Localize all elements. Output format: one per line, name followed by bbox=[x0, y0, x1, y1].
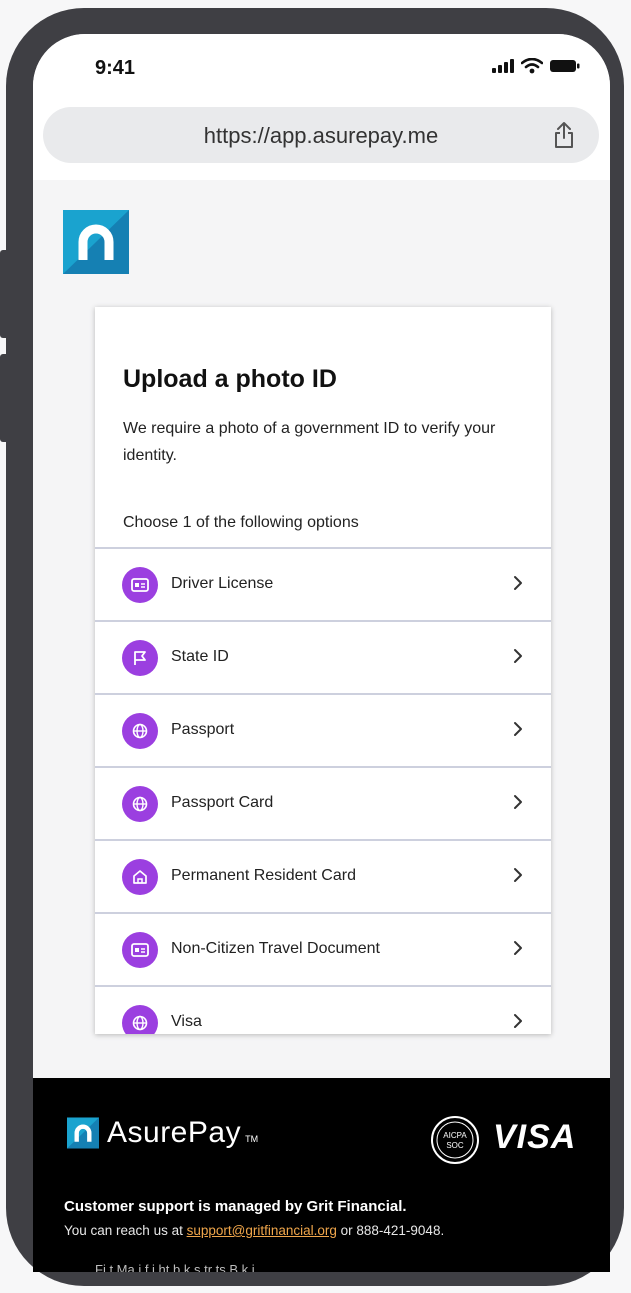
wifi-icon bbox=[521, 58, 543, 74]
home-icon bbox=[122, 859, 158, 895]
footer-brand: AsurePay TM bbox=[67, 1116, 258, 1150]
signal-icon bbox=[492, 59, 514, 73]
id-card-icon bbox=[122, 567, 158, 603]
chevron-right-icon bbox=[514, 1014, 522, 1028]
volume-down-button bbox=[0, 354, 7, 442]
option-driver-license[interactable]: Driver License bbox=[95, 547, 551, 620]
id-card-icon bbox=[122, 932, 158, 968]
option-label: State ID bbox=[171, 648, 229, 665]
card-description: We require a photo of a government ID to… bbox=[123, 420, 496, 464]
battery-icon bbox=[550, 60, 580, 72]
brand-name: AsurePay bbox=[107, 1116, 242, 1149]
badge-top-text: AICPA bbox=[443, 1131, 467, 1140]
chevron-right-icon bbox=[514, 795, 522, 809]
option-passport-card[interactable]: Passport Card bbox=[95, 766, 551, 839]
card-title: Upload a photo ID bbox=[123, 365, 337, 393]
support-phone: or 888-421-9048. bbox=[336, 1223, 445, 1238]
support-prefix: You can reach us at bbox=[64, 1223, 187, 1238]
phone-screen: 9:41 https://app.asurepay.me Upload a ph… bbox=[33, 34, 610, 1272]
footer: AsurePay TM AICPA SOC VISA Customer supp… bbox=[33, 1078, 610, 1272]
option-label: Passport bbox=[171, 721, 235, 738]
support-email-link[interactable]: support@gritfinancial.org bbox=[187, 1223, 337, 1238]
chevron-right-icon bbox=[514, 576, 522, 590]
id-options-list: Driver License State ID Passport Passpor… bbox=[95, 547, 551, 1034]
option-label: Permanent Resident Card bbox=[171, 867, 356, 884]
address-bar[interactable]: https://app.asurepay.me bbox=[43, 107, 599, 163]
chevron-right-icon bbox=[514, 722, 522, 736]
flag-icon bbox=[122, 640, 158, 676]
visa-logo: VISA bbox=[493, 1118, 577, 1156]
asurepay-logo-icon bbox=[63, 210, 129, 274]
support-title: Customer support is managed by Grit Fina… bbox=[64, 1198, 407, 1215]
option-permanent-resident-card[interactable]: Permanent Resident Card bbox=[95, 839, 551, 912]
option-label: Driver License bbox=[171, 575, 274, 592]
url-text: https://app.asurepay.me bbox=[203, 123, 439, 148]
chevron-right-icon bbox=[514, 649, 522, 663]
option-visa[interactable]: Visa bbox=[95, 985, 551, 1034]
option-passport[interactable]: Passport bbox=[95, 693, 551, 766]
globe-icon bbox=[122, 1005, 158, 1034]
option-label: Passport Card bbox=[171, 794, 274, 811]
upload-id-card: Upload a photo ID We require a photo of … bbox=[95, 307, 551, 1034]
chevron-right-icon bbox=[514, 941, 522, 955]
globe-icon bbox=[122, 713, 158, 749]
browser-bar: https://app.asurepay.me bbox=[33, 98, 610, 180]
footer-disclaimer: Fi t Ma i f i ht b k s tr ts B k i bbox=[95, 1262, 255, 1272]
share-icon[interactable] bbox=[553, 121, 575, 149]
volume-up-button bbox=[0, 250, 7, 338]
options-prompt: Choose 1 of the following options bbox=[123, 514, 359, 531]
support-contact: You can reach us at support@gritfinancia… bbox=[64, 1223, 444, 1238]
status-icons bbox=[492, 58, 580, 74]
chevron-right-icon bbox=[514, 868, 522, 882]
badge-bottom-text: SOC bbox=[446, 1141, 464, 1150]
status-bar: 9:41 bbox=[33, 34, 610, 98]
status-time: 9:41 bbox=[95, 57, 136, 79]
trademark: TM bbox=[245, 1134, 259, 1144]
globe-icon bbox=[122, 786, 158, 822]
option-non-citizen-travel-document[interactable]: Non-Citizen Travel Document bbox=[95, 912, 551, 985]
asurepay-logo-icon bbox=[67, 1117, 99, 1149]
option-label: Non-Citizen Travel Document bbox=[171, 940, 380, 957]
option-label: Visa bbox=[171, 1013, 202, 1030]
aicpa-soc-badge-icon: AICPA SOC bbox=[431, 1116, 479, 1164]
option-state-id[interactable]: State ID bbox=[95, 620, 551, 693]
